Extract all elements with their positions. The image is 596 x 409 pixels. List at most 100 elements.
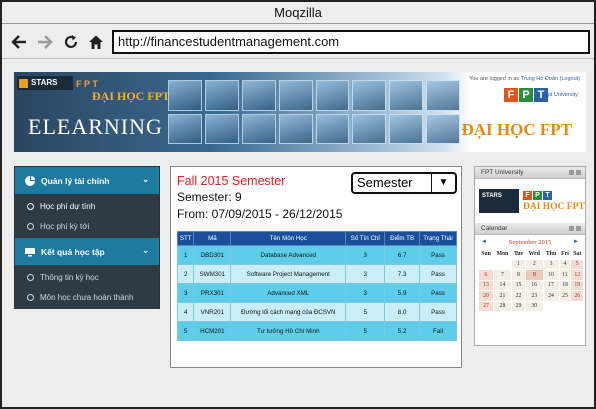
- table-row: 3 PRX301 Advanced XML 3 5.9 Pass: [176, 283, 457, 303]
- back-arrow-icon[interactable]: [8, 31, 30, 53]
- calendar-day[interactable]: 12: [570, 269, 584, 281]
- logout-link[interactable]: Trung Hồ Đoàn (Logout): [521, 76, 580, 82]
- chevron-down-icon: ⌄: [142, 246, 149, 255]
- sidebar-item-incomplete-courses[interactable]: Môn học chưa hoàn thành: [15, 287, 159, 307]
- calendar-day[interactable]: 21: [492, 290, 512, 302]
- browser-toolbar: http://financestudentmanagement.com: [2, 25, 594, 59]
- calendar-day[interactable]: 28: [492, 300, 512, 312]
- semester-date-range: From: 07/09/2015 - 26/12/2015: [177, 207, 343, 221]
- page-viewport: STARS F P T ĐẠI HỌC FPT ELEARNING You ar…: [2, 60, 594, 407]
- settings-icon[interactable]: [576, 226, 581, 231]
- right-panel: FPT University STARS F P T ĐẠI HỌC FPT C…: [474, 166, 586, 346]
- calendar-week: 27 28 29 30: [478, 300, 584, 312]
- sidebar-item-term-info[interactable]: Thông tin kỳ học: [15, 267, 159, 287]
- calendar-day[interactable]: 23: [525, 290, 544, 302]
- fpt-university-logo: STARS F P T ĐẠI HỌC FPT: [475, 179, 585, 223]
- column-header: Trạng Thái: [419, 231, 457, 246]
- sidebar-item-next-term-fee[interactable]: Học phí kỳ tới: [15, 216, 159, 236]
- calendar-day[interactable]: 29: [510, 300, 527, 312]
- table-header-row: STT Mã Tên Môn Học Số Tín Chỉ Điểm TB Tr…: [176, 231, 457, 246]
- home-icon[interactable]: [85, 31, 107, 53]
- banner-title: ELEARNING: [28, 114, 163, 139]
- calendar-day[interactable]: 1: [510, 258, 527, 270]
- minimize-icon[interactable]: [569, 170, 574, 175]
- calendar-day: [558, 300, 572, 312]
- column-header: Mã: [193, 231, 232, 246]
- calendar-day[interactable]: 25: [558, 290, 572, 302]
- elearning-banner: STARS F P T ĐẠI HỌC FPT ELEARNING You ar…: [14, 72, 586, 152]
- calendar-week: 20 21 22 23 24 25 26: [478, 290, 584, 302]
- calendar-day[interactable]: 11: [558, 269, 572, 281]
- grades-table: STT Mã Tên Môn Học Số Tín Chỉ Điểm TB Tr…: [176, 231, 457, 341]
- column-header: Số Tín Chỉ: [345, 231, 386, 246]
- weekday-label: Thu: [545, 250, 557, 257]
- calendar-day[interactable]: 8: [510, 269, 527, 281]
- table-row: 2 SWM301 Software Project Management 3 7…: [176, 264, 457, 284]
- calendar-day[interactable]: 30: [525, 300, 544, 312]
- sidebar: Quản lý tài chính ⌄ Học phí dự tính Học …: [14, 166, 160, 309]
- calendar-day[interactable]: 26: [570, 290, 584, 302]
- pie-chart-icon: [25, 175, 35, 186]
- semester-panel: Fall 2015 Semester Semester: 9 From: 07/…: [170, 166, 462, 368]
- column-header: STT: [176, 231, 195, 246]
- table-row: 4 VNR201 Đường lối cách mạng của ĐCSVN 5…: [176, 302, 457, 322]
- calendar-nav: ◄ September 2015 ►: [475, 235, 585, 249]
- circle-icon: [27, 222, 34, 230]
- calendar-day[interactable]: 2: [525, 258, 544, 270]
- fpt-university-widget-header: FPT University: [475, 167, 585, 179]
- calendar-day[interactable]: 14: [492, 279, 512, 291]
- next-month-icon[interactable]: ►: [573, 239, 579, 245]
- calendar-day[interactable]: 13: [478, 279, 494, 291]
- calendar-day[interactable]: 7: [492, 269, 512, 281]
- calendar-grid: Sun Mon Tue Wed Thu Fri Sat 1 2 3 4 5 6 7 8 9 10 11 12 13 1…: [478, 249, 584, 312]
- table-row: 1 DBD301 Database Advanced 3 6.7 Pass: [176, 245, 457, 265]
- chevron-down-icon: ⌄: [142, 175, 149, 184]
- forward-arrow-icon[interactable]: [34, 31, 56, 53]
- semester-number: Semester: 9: [177, 190, 242, 204]
- sidebar-section-results[interactable]: Kết quả học tập ⌄: [15, 238, 159, 265]
- calendar-day[interactable]: 15: [510, 279, 527, 291]
- weekday-label: Tue: [513, 250, 524, 257]
- calendar-day: [570, 300, 584, 312]
- calendar-day[interactable]: 18: [558, 279, 572, 291]
- prev-month-icon[interactable]: ◄: [481, 239, 487, 245]
- settings-icon[interactable]: [576, 170, 581, 175]
- calendar-day[interactable]: 27: [478, 300, 494, 312]
- calendar-day[interactable]: 10: [542, 269, 560, 281]
- sidebar-item-estimated-fee[interactable]: Học phí dự tính: [15, 196, 159, 216]
- weekday-label: Sun: [481, 250, 491, 257]
- calendar-widget-header: Calendar: [475, 223, 585, 235]
- calendar-day[interactable]: 17: [542, 279, 560, 291]
- browser-window: Moqzilla http://financestudentmanagement…: [0, 0, 596, 409]
- column-header: Tên Môn Học: [230, 231, 347, 246]
- monitor-icon: [25, 247, 35, 257]
- calendar-day[interactable]: 3: [542, 258, 560, 270]
- calendar-day[interactable]: 6: [478, 269, 494, 281]
- semester-title: Fall 2015 Semester: [177, 174, 286, 188]
- sidebar-section-finance[interactable]: Quản lý tài chính ⌄: [15, 167, 159, 194]
- semester-select[interactable]: Semester ▼: [351, 172, 457, 194]
- circle-icon: [27, 202, 34, 210]
- url-input[interactable]: http://financestudentmanagement.com: [112, 30, 590, 54]
- banner-university-name-right: ĐẠI HỌC FPT: [461, 120, 573, 139]
- calendar-day[interactable]: 20: [478, 290, 494, 302]
- calendar-day[interactable]: 5: [570, 258, 584, 270]
- column-header: Điểm TB: [384, 231, 421, 246]
- reload-icon[interactable]: [60, 31, 82, 53]
- calendar-day[interactable]: 9: [525, 269, 544, 281]
- minimize-icon[interactable]: [569, 226, 574, 231]
- calendar-day[interactable]: 22: [510, 290, 527, 302]
- calendar-day: [492, 258, 512, 270]
- calendar-week: 12345: [478, 258, 584, 270]
- calendar-day: [542, 300, 560, 312]
- circle-icon: [27, 273, 34, 281]
- calendar-day[interactable]: 4: [558, 258, 572, 270]
- calendar-day[interactable]: 16: [525, 279, 544, 291]
- calendar-day[interactable]: 19: [570, 279, 584, 291]
- calendar-month: September 2015: [508, 238, 552, 246]
- stars-logo: STARS: [479, 189, 519, 213]
- calendar-day[interactable]: 24: [542, 290, 560, 302]
- banner-university-name: ĐẠI HỌC FPT: [92, 89, 170, 103]
- calendar-day: [478, 258, 494, 270]
- banner-screens-image: [164, 76, 464, 148]
